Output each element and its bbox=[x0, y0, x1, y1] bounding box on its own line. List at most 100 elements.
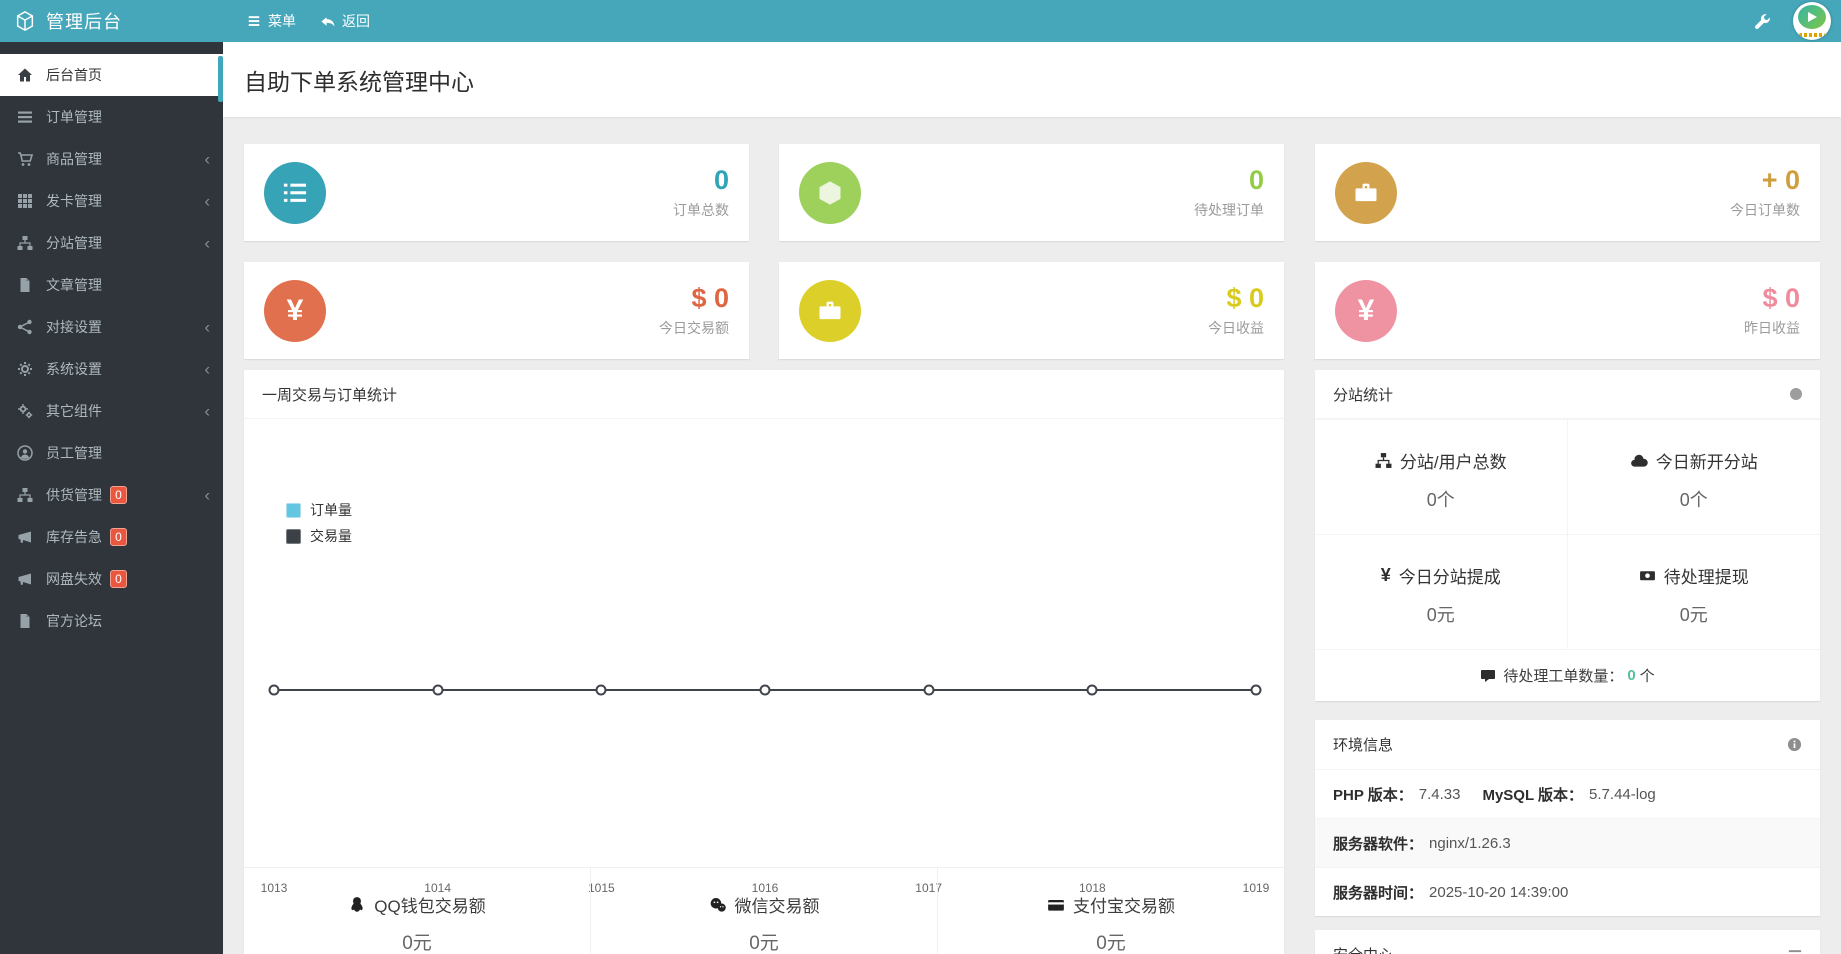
stat-label: 待处理订单 bbox=[1194, 202, 1264, 218]
env-panel-title: 环境信息 bbox=[1333, 737, 1394, 754]
hexagon-icon bbox=[799, 161, 861, 224]
chevron-left-icon: ‹ bbox=[204, 485, 210, 505]
sidebar-item-products[interactable]: 商品管理 ‹ bbox=[0, 138, 223, 180]
legend-item-volume[interactable]: 交易量 bbox=[286, 523, 352, 549]
pending-tickets-unit: 个 bbox=[1639, 668, 1655, 685]
payment-stats-row: QQ钱包交易额 0元 微信交易额 0元 支付宝交易额 0元 bbox=[244, 867, 1284, 954]
security-panel: 安全中心 bbox=[1315, 930, 1820, 954]
pending-tickets-label: 待处理工单数量： bbox=[1503, 668, 1624, 685]
substation-cell-new-today: 今日新开分站 0个 bbox=[1567, 419, 1820, 534]
user-circle-icon bbox=[17, 445, 33, 461]
sidebar-item-label: 官方论坛 bbox=[46, 613, 102, 629]
sitemap-icon bbox=[17, 488, 33, 502]
back-label: 返回 bbox=[342, 13, 370, 29]
legend-item-orders[interactable]: 订单量 bbox=[286, 497, 352, 523]
php-version-label: PHP 版本： bbox=[1333, 786, 1413, 804]
sidebar-item-label: 其它组件 bbox=[46, 403, 102, 419]
data-point-marker bbox=[432, 684, 444, 696]
briefcase-icon bbox=[1335, 161, 1397, 224]
sidebar-item-netdisk-invalid[interactable]: 网盘失效 0 bbox=[0, 558, 223, 600]
substation-cell-label: 分站/用户总数 bbox=[1315, 448, 1567, 473]
chevron-left-icon: ‹ bbox=[204, 149, 210, 169]
main-content: 自助下单系统管理中心 0 订单总数 0 待处理订单 + 0 今日订单数 ¥ $ … bbox=[223, 42, 1841, 954]
sidebar-item-stock-alert[interactable]: 库存告急 0 bbox=[0, 516, 223, 558]
sidebar-item-integrations[interactable]: 对接设置 ‹ bbox=[0, 306, 223, 348]
chevron-left-icon: ‹ bbox=[204, 233, 210, 253]
gears-icon bbox=[18, 404, 33, 419]
list-ol-icon bbox=[264, 161, 326, 224]
stat-value: $ 0 bbox=[1226, 283, 1264, 313]
menu-toggle-label: 菜单 bbox=[268, 13, 296, 29]
logo-caption-decoration bbox=[1799, 33, 1825, 37]
substation-cell-withdrawals: 待处理提现 0元 bbox=[1567, 534, 1821, 649]
substation-cell-value: 0个 bbox=[1426, 490, 1455, 510]
content-header: 自助下单系统管理中心 bbox=[223, 42, 1841, 117]
sidebar-item-substations[interactable]: 分站管理 ‹ bbox=[0, 222, 223, 264]
settings-wrench-button[interactable] bbox=[1754, 13, 1771, 30]
sidebar: 后台首页 订单管理 商品管理 ‹ 发卡管理 ‹ 分站管理 ‹ 文章管理 对接设置 bbox=[0, 42, 223, 954]
stat-card-today-profit: $ 0 今日收益 bbox=[779, 262, 1284, 359]
sidebar-scrollbar-thumb[interactable] bbox=[218, 56, 223, 102]
env-panel-header: 环境信息 bbox=[1315, 720, 1820, 769]
substation-cell-commission: ¥ 今日分站提成 0元 bbox=[1315, 534, 1568, 649]
brand-link[interactable]: 管理后台 bbox=[0, 0, 223, 42]
server-software-label: 服务器软件： bbox=[1333, 835, 1424, 853]
count-badge: 0 bbox=[110, 486, 127, 504]
play-triangle-icon bbox=[1808, 12, 1817, 22]
mysql-version-value: 5.7.44-log bbox=[1589, 785, 1656, 803]
info-circle-icon[interactable] bbox=[1787, 737, 1802, 752]
substation-panel-title: 分站统计 bbox=[1333, 386, 1394, 404]
env-row-server: 服务器软件： nginx/1.26.3 bbox=[1315, 818, 1820, 867]
sidebar-item-system-settings[interactable]: 系统设置 ‹ bbox=[0, 348, 223, 390]
back-button[interactable]: 返回 bbox=[320, 11, 370, 31]
corner-app-logo[interactable] bbox=[1793, 2, 1831, 40]
stat-text: 0 待处理订单 bbox=[1194, 165, 1264, 220]
substation-label-text: 今日分站提成 bbox=[1398, 568, 1501, 587]
stat-card-today-volume: ¥ $ 0 今日交易额 bbox=[244, 262, 749, 359]
sidebar-item-home[interactable]: 后台首页 bbox=[0, 54, 223, 96]
payment-label-text: 支付宝交易额 bbox=[1073, 897, 1175, 916]
legend-label: 交易量 bbox=[310, 528, 352, 544]
sidebar-item-label: 订单管理 bbox=[46, 109, 102, 125]
php-version-value: 7.4.33 bbox=[1418, 785, 1461, 803]
sidebar-item-orders[interactable]: 订单管理 bbox=[0, 96, 223, 138]
payment-value: 0元 bbox=[402, 933, 432, 954]
weekly-chart-panel: 一周交易与订单统计 订单量 交易量 1013 1014 1015 1016 10… bbox=[244, 370, 1284, 954]
sidebar-item-label: 文章管理 bbox=[46, 277, 102, 293]
substation-cell-label: 待处理提现 bbox=[1568, 563, 1821, 588]
brand-title: 管理后台 bbox=[46, 12, 122, 32]
sidebar-item-articles[interactable]: 文章管理 bbox=[0, 264, 223, 306]
sidebar-item-label: 商品管理 bbox=[46, 151, 102, 167]
page-title: 自助下单系统管理中心 bbox=[244, 68, 474, 95]
status-dot-icon[interactable] bbox=[1790, 388, 1802, 400]
substation-grid: 分站/用户总数 0个 今日新开分站 0个 ¥ 今日分站提成 0元 待处理提现 0… bbox=[1315, 419, 1820, 649]
sidebar-item-label: 发卡管理 bbox=[46, 193, 102, 209]
sidebar-item-cards[interactable]: 发卡管理 ‹ bbox=[0, 180, 223, 222]
file-icon bbox=[20, 278, 30, 292]
banknote-icon bbox=[1639, 571, 1655, 581]
menu-toggle-button[interactable]: 菜单 bbox=[247, 11, 296, 31]
server-time-value: 2025-10-20 14:39:00 bbox=[1429, 883, 1569, 901]
reply-arrow-icon bbox=[321, 16, 335, 27]
payment-stat-alipay: 支付宝交易额 0元 bbox=[937, 868, 1284, 954]
stat-value: $ 0 bbox=[691, 283, 729, 313]
sidebar-item-other-components[interactable]: 其它组件 ‹ bbox=[0, 390, 223, 432]
payment-stat-wechat: 微信交易额 0元 bbox=[590, 868, 937, 954]
stat-label: 今日收益 bbox=[1208, 320, 1264, 336]
file-icon bbox=[20, 614, 30, 628]
sidebar-item-label: 系统设置 bbox=[46, 361, 102, 377]
share-nodes-icon bbox=[17, 319, 32, 335]
substation-label-text: 分站/用户总数 bbox=[1399, 453, 1507, 472]
sidebar-item-label: 后台首页 bbox=[46, 67, 102, 83]
sidebar-item-official-forum[interactable]: 官方论坛 bbox=[0, 600, 223, 642]
sidebar-item-label: 分站管理 bbox=[46, 235, 102, 251]
count-badge: 0 bbox=[110, 570, 127, 588]
topbar-right bbox=[1754, 2, 1831, 40]
substation-cell-value: 0个 bbox=[1679, 490, 1708, 510]
sidebar-item-suppliers[interactable]: 供货管理 0 ‹ bbox=[0, 474, 223, 516]
sidebar-item-staff[interactable]: 员工管理 bbox=[0, 432, 223, 474]
security-panel-header: 安全中心 bbox=[1315, 930, 1820, 954]
env-row-time: 服务器时间： 2025-10-20 14:39:00 bbox=[1315, 867, 1820, 916]
yen-icon: ¥ bbox=[264, 279, 326, 342]
gear-icon bbox=[18, 362, 32, 376]
